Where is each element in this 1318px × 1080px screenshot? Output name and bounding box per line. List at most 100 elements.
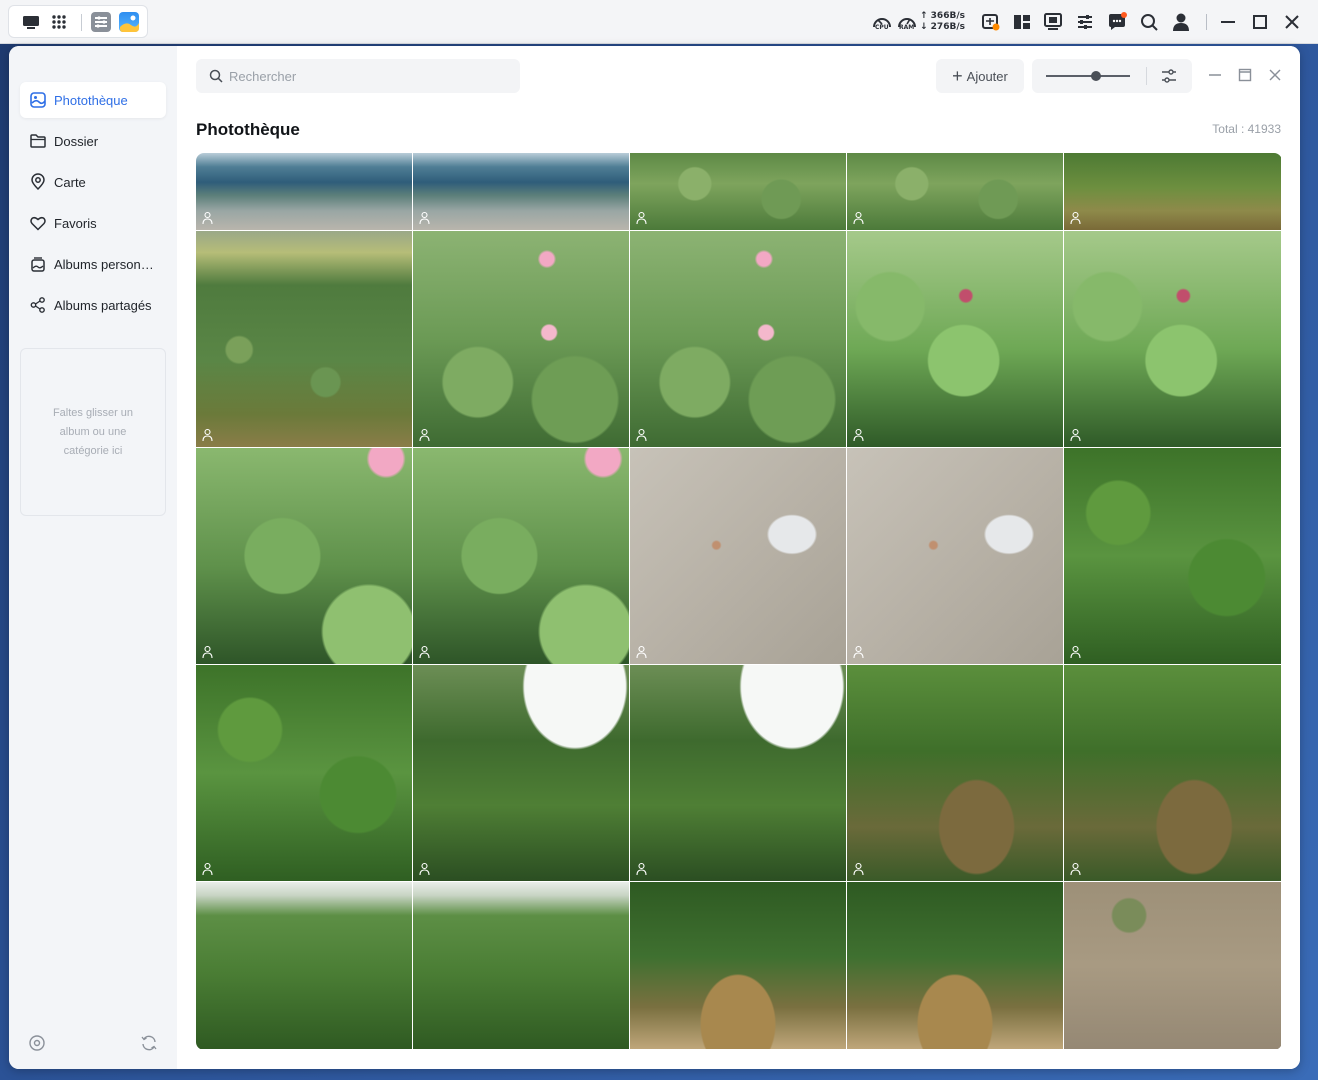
- minimize-icon[interactable]: [1218, 12, 1238, 32]
- apps-grid-icon[interactable]: [48, 11, 70, 33]
- qboost-icon[interactable]: [1012, 12, 1032, 32]
- photo-library-icon: [30, 92, 46, 108]
- desktop-icon[interactable]: [20, 11, 42, 33]
- search-icon: [209, 69, 223, 83]
- sidebar-item-phototheque[interactable]: Photothèque: [20, 82, 166, 118]
- photo-thumbnail[interactable]: [630, 448, 846, 664]
- person-tag-icon: [419, 862, 430, 876]
- dashboard-icon[interactable]: [1075, 12, 1095, 32]
- cpu-label: CPU: [875, 24, 889, 31]
- person-tag-icon: [419, 645, 430, 659]
- chat-icon[interactable]: [1107, 12, 1127, 32]
- page-title: Photothèque: [196, 120, 300, 139]
- map-pin-icon: [31, 173, 45, 191]
- photo-thumbnail[interactable]: [630, 153, 846, 230]
- photo-thumbnail[interactable]: [847, 665, 1063, 881]
- photo-thumbnail[interactable]: [196, 153, 412, 230]
- person-tag-icon: [853, 645, 864, 659]
- person-tag-icon: [1070, 211, 1081, 225]
- person-tag-icon: [636, 645, 647, 659]
- network-speed: ↑ 366B/s ↓ 276B/s: [920, 11, 965, 33]
- person-tag-icon: [419, 211, 430, 225]
- photo-thumbnail[interactable]: [413, 231, 629, 447]
- person-tag-icon: [202, 862, 213, 876]
- search-icon[interactable]: [1139, 12, 1159, 32]
- refresh-icon[interactable]: [140, 1034, 158, 1052]
- person-tag-icon: [636, 862, 647, 876]
- sidebar-item-label: Photothèque: [54, 92, 128, 108]
- photo-thumbnail[interactable]: [847, 153, 1063, 230]
- photo-thumbnail[interactable]: [413, 448, 629, 664]
- sidebar-item-albums-partages[interactable]: Albums partagés: [20, 287, 166, 323]
- photo-thumbnail[interactable]: [1064, 153, 1281, 230]
- person-tag-icon: [202, 645, 213, 659]
- photo-thumbnail[interactable]: [413, 665, 629, 881]
- person-tag-icon: [1070, 862, 1081, 876]
- system-taskbar: CPU RAM ↑ 366B/s ↓ 276B/s: [0, 0, 1318, 44]
- sidebar-item-label: Dossier: [54, 133, 99, 149]
- person-tag-icon: [202, 211, 213, 225]
- person-tag-icon: [636, 428, 647, 442]
- divider: [81, 14, 82, 31]
- resource-monitor-icon[interactable]: [1043, 12, 1063, 32]
- maximize-icon[interactable]: [1250, 12, 1270, 32]
- album-dropzone[interactable]: Faltes glisser un album ou une catégorie…: [20, 348, 166, 516]
- divider: [1146, 67, 1147, 85]
- photo-thumbnail[interactable]: [630, 665, 846, 881]
- person-tag-icon: [1070, 645, 1081, 659]
- task-monitor-icon[interactable]: [981, 12, 1001, 32]
- photo-grid: [196, 153, 1282, 1050]
- photo-thumbnail[interactable]: [1064, 882, 1281, 1049]
- window-close-icon[interactable]: [1267, 67, 1283, 83]
- plus-icon: +: [952, 66, 963, 86]
- photo-total-count: Total : 41933: [1212, 122, 1281, 136]
- share-icon: [30, 297, 45, 313]
- photo-thumbnail[interactable]: [1064, 231, 1281, 447]
- control-panel-icon[interactable]: [90, 11, 112, 33]
- photo-thumbnail[interactable]: [847, 882, 1063, 1049]
- photo-thumbnail[interactable]: [413, 153, 629, 230]
- sidebar-item-carte[interactable]: Carte: [20, 164, 166, 200]
- photo-thumbnail[interactable]: [196, 665, 412, 881]
- filter-settings-icon[interactable]: [1160, 67, 1178, 85]
- heart-icon: [30, 216, 46, 231]
- album-icon: [31, 257, 45, 272]
- user-icon[interactable]: [1171, 12, 1191, 32]
- sidebar-item-label: Albums partagés: [54, 297, 152, 313]
- sidebar-item-favoris[interactable]: Favoris: [20, 205, 166, 241]
- main-content: + Ajouter Photothèque Total : 41933: [177, 46, 1300, 1069]
- sidebar: Photothèque Dossier Carte Favoris Albums…: [9, 46, 177, 1069]
- sidebar-item-label: Carte: [54, 174, 86, 190]
- zoom-slider-handle[interactable]: [1091, 71, 1102, 81]
- photos-app-icon[interactable]: [118, 11, 140, 33]
- add-button[interactable]: + Ajouter: [936, 59, 1024, 93]
- ram-label: RAM: [899, 24, 915, 31]
- photo-thumbnail[interactable]: [196, 882, 412, 1049]
- photo-thumbnail[interactable]: [847, 231, 1063, 447]
- zoom-control: [1032, 59, 1192, 93]
- sidebar-item-dossier[interactable]: Dossier: [20, 123, 166, 159]
- download-speed: ↓ 276B/s: [920, 22, 965, 32]
- photo-thumbnail[interactable]: [413, 882, 629, 1049]
- zoom-slider-track[interactable]: [1046, 75, 1130, 77]
- person-tag-icon: [419, 428, 430, 442]
- photo-thumbnail[interactable]: [196, 231, 412, 447]
- search-input[interactable]: [229, 68, 509, 84]
- photo-thumbnail[interactable]: [196, 448, 412, 664]
- close-icon[interactable]: [1282, 12, 1302, 32]
- photo-thumbnail[interactable]: [847, 448, 1063, 664]
- window-maximize-icon[interactable]: [1237, 67, 1253, 83]
- photo-thumbnail[interactable]: [1064, 665, 1281, 881]
- photo-thumbnail[interactable]: [1064, 448, 1281, 664]
- sidebar-item-albums-personnalises[interactable]: Albums person…: [20, 246, 166, 282]
- window-minimize-icon[interactable]: [1207, 67, 1223, 83]
- add-button-label: Ajouter: [966, 68, 1008, 84]
- settings-icon[interactable]: [28, 1034, 46, 1052]
- photo-thumbnail[interactable]: [630, 882, 846, 1049]
- person-tag-icon: [853, 862, 864, 876]
- search-bar[interactable]: [196, 59, 520, 93]
- divider: [1206, 14, 1207, 30]
- person-tag-icon: [1070, 428, 1081, 442]
- sidebar-item-label: Favoris: [54, 215, 97, 231]
- photo-thumbnail[interactable]: [630, 231, 846, 447]
